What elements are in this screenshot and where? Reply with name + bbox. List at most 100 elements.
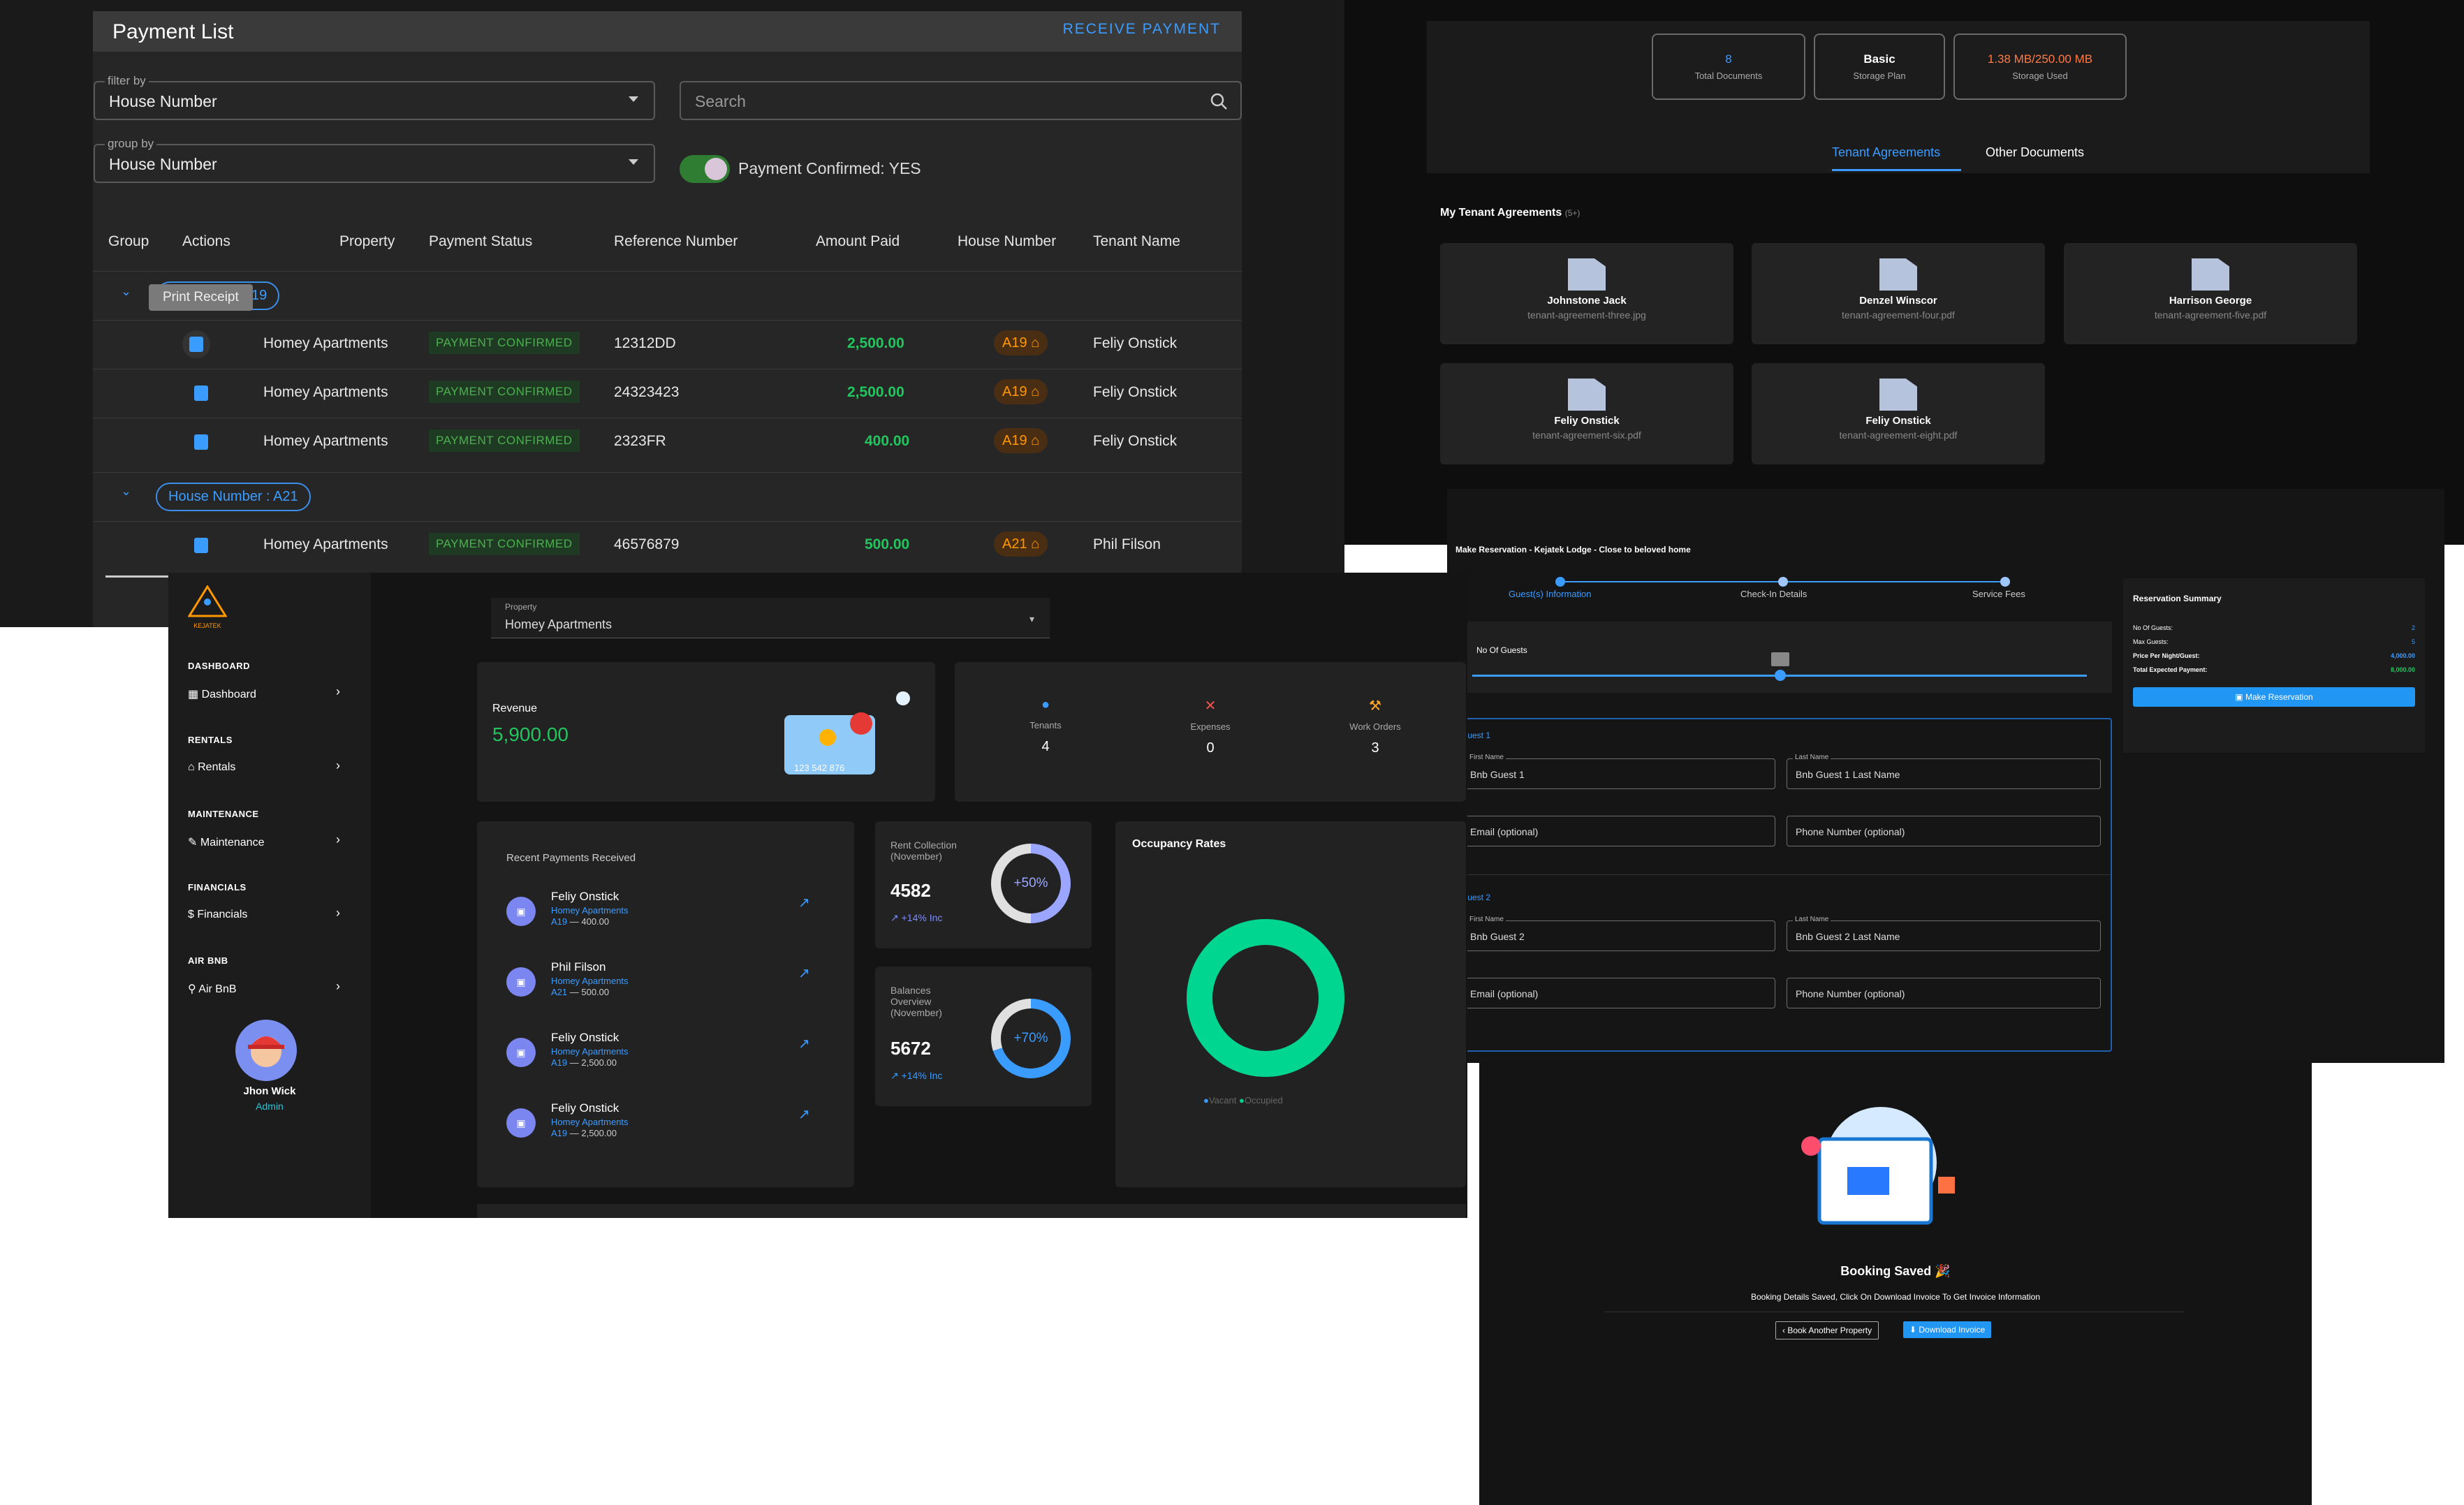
booking-saved-window: Booking Saved 🎉 Booking Details Saved, C… xyxy=(1479,1062,2312,1505)
table-row[interactable]: Homey Apartments PAYMENT CONFIRMED 46576… xyxy=(93,521,1242,570)
group-row-a21[interactable]: ⌄ House Number : A21 xyxy=(93,472,1242,521)
step-dot[interactable] xyxy=(1555,577,1565,587)
section-rentals: RENTALS xyxy=(188,735,233,745)
col-property[interactable]: Property xyxy=(339,233,395,250)
payment-list-header: Payment List RECEIVE PAYMENT xyxy=(93,11,1242,52)
receipt-icon[interactable] xyxy=(194,386,208,401)
guest-2-email[interactable]: Email (optional) xyxy=(1461,978,1775,1008)
step-service-fees[interactable]: Service Fees xyxy=(1972,589,2025,599)
row-tenant: Feliy Onstick xyxy=(1093,335,1178,351)
chevron-right-icon[interactable]: › xyxy=(336,832,340,847)
guest-1-email[interactable]: Email (optional) xyxy=(1461,816,1775,846)
tab-other-documents[interactable]: Other Documents xyxy=(1986,145,2084,160)
rent-collection-title: Rent Collection (November) xyxy=(890,839,957,862)
folder-icon xyxy=(1568,379,1606,411)
file-card[interactable]: Johnstone Jack tenant-agreement-three.jpg xyxy=(1440,243,1733,344)
receive-payment-button[interactable]: RECEIVE PAYMENT xyxy=(1063,21,1221,38)
booking-illustration xyxy=(1801,1107,1955,1247)
group-row-a19[interactable]: ⌄ Print Reer : A19 Print Receipt xyxy=(93,271,1242,320)
payment-list-item[interactable]: ▣ Feliy Onstick Homey Apartments A19 — 400.… xyxy=(506,890,814,939)
money-icon: ▣ xyxy=(506,1038,536,1067)
guest-1-last-name[interactable]: Last Name Bnb Guest 1 Last Name xyxy=(1787,754,2101,789)
download-invoice-button[interactable]: ⬇ Download Invoice xyxy=(1903,1321,1992,1338)
recent-payments-title: Recent Payments Received xyxy=(506,852,636,864)
make-reservation-button[interactable]: ▣ Make Reservation xyxy=(2133,687,2415,707)
property-select[interactable]: Property Homey Apartments ▾ xyxy=(491,598,1050,638)
booking-title: Booking Saved 🎉 xyxy=(1840,1264,1951,1278)
group-chip-a21[interactable]: House Number : A21 xyxy=(156,483,311,511)
open-link-icon[interactable]: ↗ xyxy=(798,1106,810,1123)
guest-1-first-name[interactable]: First Name Bnb Guest 1 xyxy=(1461,754,1775,789)
group-by-select[interactable]: group by House Number xyxy=(94,137,655,183)
recent-payments-card: Recent Payments Received ▣ Feliy Onstick H… xyxy=(477,821,854,1187)
payment-list-item[interactable]: ▣ Phil Filson Homey Apartments A21 — 500.00… xyxy=(506,960,814,1009)
payment-list-item[interactable]: ▣ Feliy Onstick Homey Apartments A19 — 2,50… xyxy=(506,1031,814,1080)
col-actions[interactable]: Actions xyxy=(182,233,230,250)
book-another-button[interactable]: ‹ Book Another Property xyxy=(1775,1321,1879,1339)
sidebar-item-dashboard[interactable]: ▦ Dashboard xyxy=(188,687,256,701)
chevron-down-icon[interactable]: ⌄ xyxy=(121,284,131,299)
property-label: Property xyxy=(505,602,537,612)
file-card[interactable]: Denzel Winscor tenant-agreement-four.pdf xyxy=(1752,243,2045,344)
open-link-icon[interactable]: ↗ xyxy=(798,1035,810,1052)
open-link-icon[interactable]: ↗ xyxy=(798,894,810,911)
payment-confirmed-toggle[interactable] xyxy=(680,155,730,183)
col-payment-status[interactable]: Payment Status xyxy=(429,233,532,250)
payment-list-item[interactable]: ▣ Feliy Onstick Homey Apartments A19 — 2,50… xyxy=(506,1101,814,1150)
work-orders-stat[interactable]: ⚒ Work Orders 3 xyxy=(1312,697,1438,756)
chevron-right-icon[interactable]: › xyxy=(336,758,340,773)
search-icon[interactable] xyxy=(1210,92,1228,110)
avatar[interactable] xyxy=(235,1020,297,1081)
guests-slider-thumb[interactable] xyxy=(1775,670,1786,681)
sidebar-item-airbnb[interactable]: ⚲ Air BnB xyxy=(188,982,237,996)
col-amount-paid[interactable]: Amount Paid xyxy=(816,233,900,250)
print-receipt-button[interactable] xyxy=(182,330,210,358)
col-tenant-name[interactable]: Tenant Name xyxy=(1093,233,1180,250)
guest-2-first-name[interactable]: First Name Bnb Guest 2 xyxy=(1461,916,1775,951)
receipt-icon[interactable] xyxy=(194,538,208,553)
file-card[interactable]: Feliy Onstick tenant-agreement-eight.pdf xyxy=(1752,363,2045,464)
dropdown-arrow-icon: ▾ xyxy=(1029,613,1034,624)
revenue-card: Revenue 5,900.00 123 542 876 xyxy=(477,662,935,802)
trend-up-icon: ↗ xyxy=(890,1070,899,1081)
table-row[interactable]: Homey Apartments PAYMENT CONFIRMED 2323F… xyxy=(93,418,1242,467)
sidebar-item-financials[interactable]: $ Financials xyxy=(188,909,247,921)
col-house-number[interactable]: House Number xyxy=(958,233,1056,250)
payer-name: Feliy Onstick xyxy=(551,890,619,903)
dropdown-arrow-icon xyxy=(629,159,638,165)
table-row[interactable]: Homey Apartments PAYMENT CONFIRMED 24323… xyxy=(93,369,1242,418)
reservation-window: Make Reservation - Kejatek Lodge - Close… xyxy=(1447,489,2444,1063)
sidebar-item-rentals[interactable]: ⌂ Rentals xyxy=(188,761,235,774)
row-ref: 12312DD xyxy=(614,335,676,351)
chevron-right-icon[interactable]: › xyxy=(336,979,340,994)
file-card[interactable]: Feliy Onstick tenant-agreement-six.pdf xyxy=(1440,363,1733,464)
row-tenant: Feliy Onstick xyxy=(1093,384,1178,400)
guest-2-last-name[interactable]: Last Name Bnb Guest 2 Last Name xyxy=(1787,916,2101,951)
guest-2-phone[interactable]: Phone Number (optional) xyxy=(1787,978,2101,1008)
chevron-right-icon[interactable]: › xyxy=(336,906,340,920)
step-check-in[interactable]: Check-In Details xyxy=(1740,589,1807,599)
guest-1-phone[interactable]: Phone Number (optional) xyxy=(1787,816,2101,846)
step-dot[interactable] xyxy=(2000,577,2010,587)
home-icon: ⌂ xyxy=(1031,536,1040,552)
col-reference-number[interactable]: Reference Number xyxy=(614,233,738,250)
tenants-stat[interactable]: ● Tenants 4 xyxy=(983,697,1108,755)
col-group[interactable]: Group xyxy=(108,233,149,250)
money-icon: ▣ xyxy=(506,1108,536,1138)
home-icon: ⌂ xyxy=(1031,433,1040,448)
file-card[interactable]: Harrison George tenant-agreement-five.pdf xyxy=(2064,243,2357,344)
tab-indicator xyxy=(1832,169,1961,171)
sidebar-item-maintenance[interactable]: ✎ Maintenance xyxy=(188,835,264,849)
receipt-icon[interactable] xyxy=(194,434,208,450)
step-dot[interactable] xyxy=(1778,577,1788,587)
tab-tenant-agreements[interactable]: Tenant Agreements xyxy=(1832,145,1940,160)
open-link-icon[interactable]: ↗ xyxy=(798,964,810,982)
sidebar: KEJATEK DASHBOARD ▦ Dashboard › RENTALS … xyxy=(168,573,371,1218)
chevron-right-icon[interactable]: › xyxy=(336,684,340,699)
table-row[interactable]: Homey Apartments PAYMENT CONFIRMED 12312… xyxy=(93,320,1242,369)
expenses-stat[interactable]: ✕ Expenses 0 xyxy=(1147,697,1273,756)
chevron-down-icon[interactable]: ⌄ xyxy=(121,484,131,499)
search-input[interactable]: Search xyxy=(680,81,1242,120)
step-guest-info[interactable]: Guest(s) Information xyxy=(1509,589,1592,599)
filter-by-select[interactable]: filter by House Number xyxy=(94,74,655,120)
